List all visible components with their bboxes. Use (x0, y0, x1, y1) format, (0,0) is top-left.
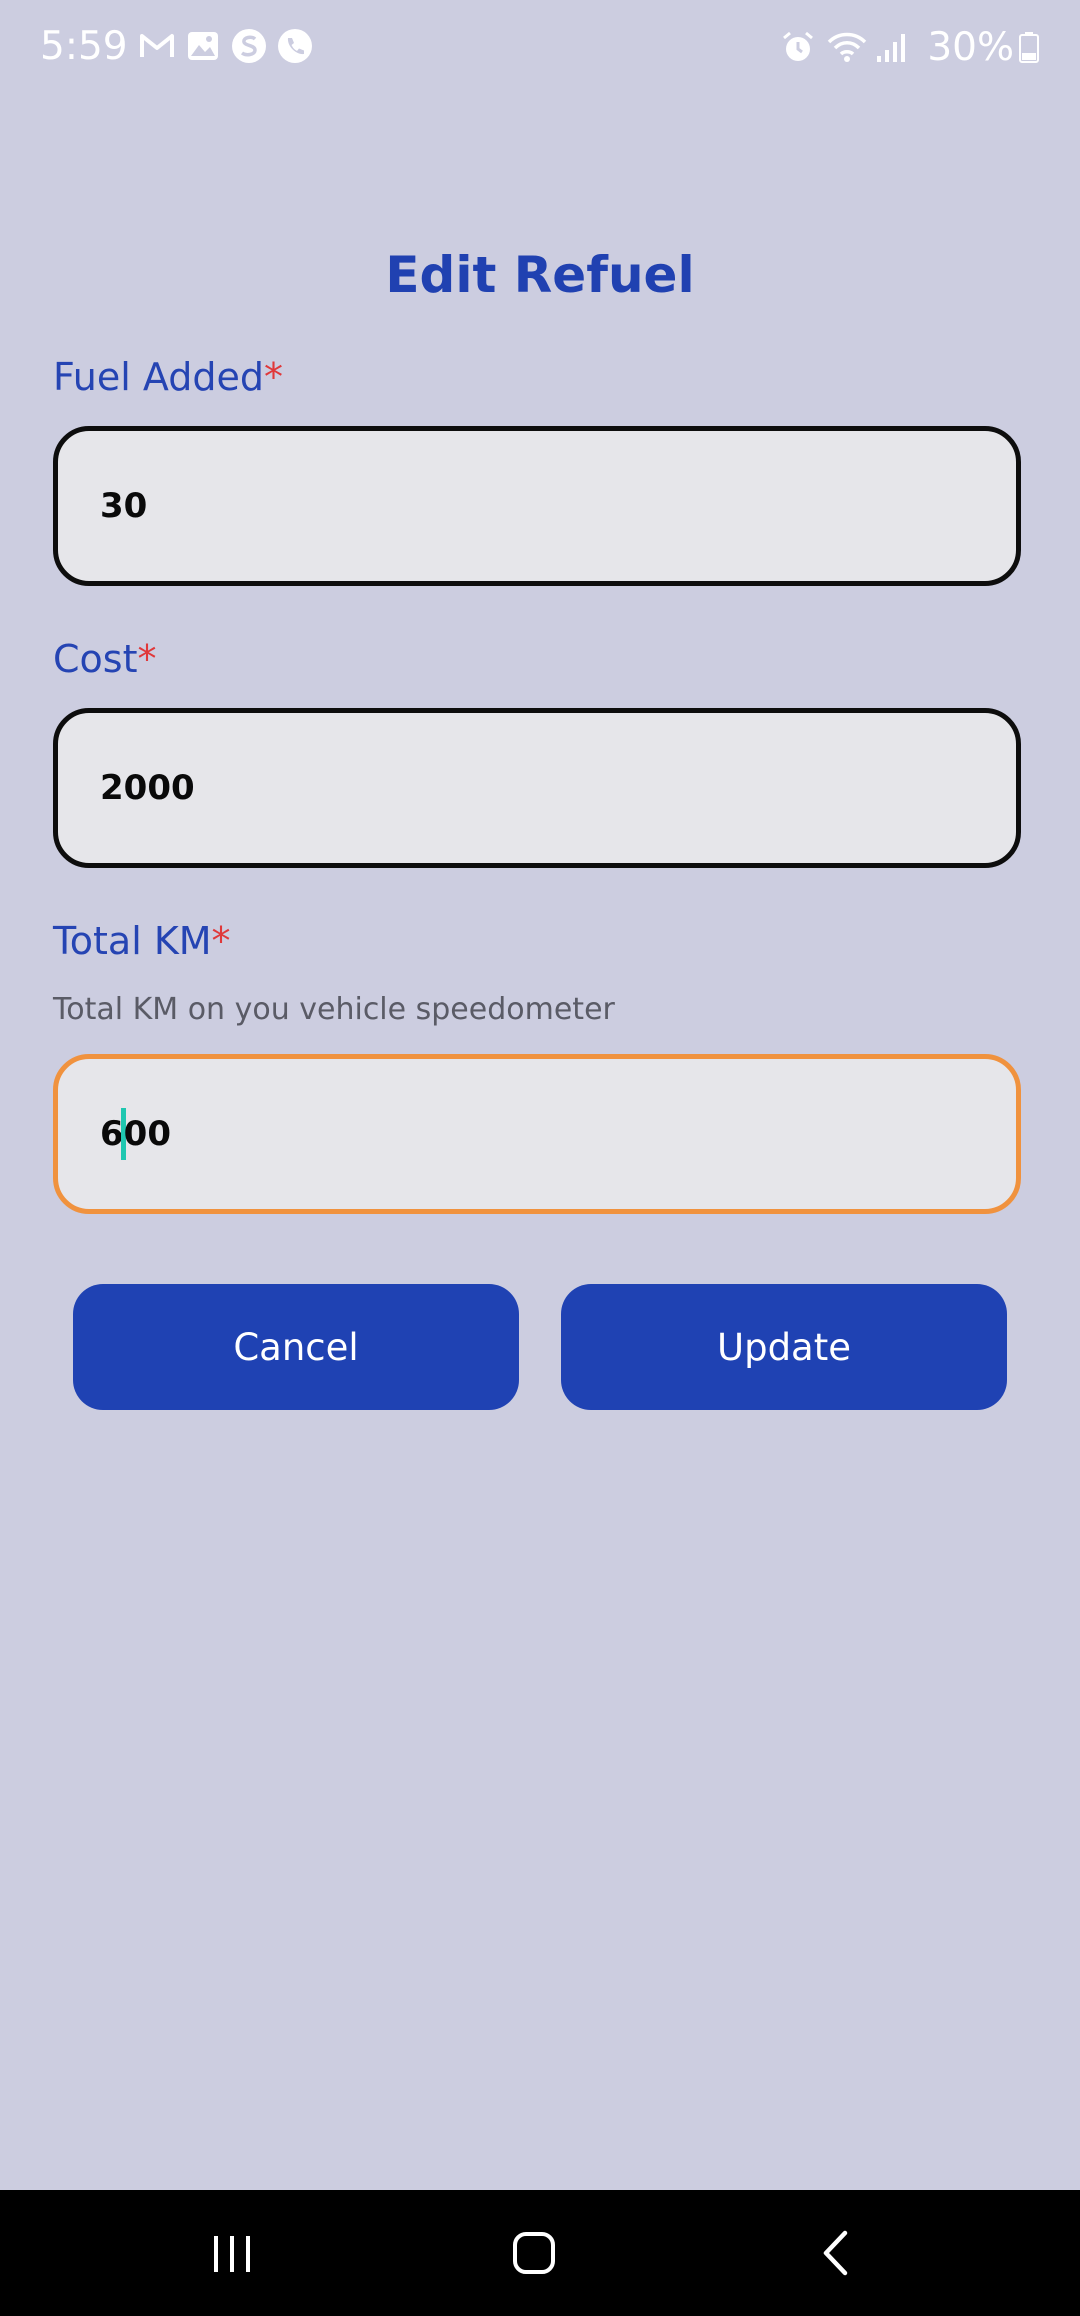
cancel-button[interactable]: Cancel (73, 1284, 519, 1410)
update-button[interactable]: Update (561, 1284, 1007, 1410)
notification-icons (130, 27, 314, 65)
total-km-help-text: Total KM on you vehicle speedometer (53, 992, 615, 1027)
recents-icon[interactable] (192, 2218, 272, 2288)
back-icon[interactable] (796, 2218, 876, 2288)
status-time: 5:59 (40, 24, 128, 69)
system-status-icons: 30% (769, 22, 1040, 72)
cost-value: 2000 (100, 768, 195, 808)
fuel-added-label-text: Fuel Added (53, 355, 264, 399)
gmail-icon (138, 27, 176, 65)
battery-percentage: 30% (927, 24, 1014, 70)
total-km-value-after-caret: 00 (123, 1114, 171, 1154)
total-km-label: Total KM* (53, 916, 231, 966)
fuel-added-value: 30 (100, 486, 148, 526)
gallery-icon (184, 27, 222, 65)
cost-input[interactable]: 2000 (53, 708, 1021, 868)
battery-icon (1018, 28, 1040, 66)
required-mark: * (211, 919, 231, 963)
cost-label-text: Cost (53, 637, 138, 681)
fuel-added-input[interactable]: 30 (53, 426, 1021, 586)
signal-icon (875, 28, 913, 66)
navigation-bar (0, 2190, 1080, 2316)
alarm-icon (779, 28, 817, 66)
required-mark: * (137, 637, 157, 681)
wifi-icon (827, 28, 867, 66)
cost-label: Cost* (53, 634, 156, 684)
required-mark: * (263, 355, 283, 399)
phone-app-icon (276, 27, 314, 65)
fuel-added-label: Fuel Added* (53, 352, 283, 402)
page-title: Edit Refuel (385, 246, 695, 304)
app-s-icon (230, 27, 268, 65)
total-km-label-text: Total KM (53, 919, 212, 963)
total-km-input[interactable]: 6 00 (53, 1054, 1021, 1214)
home-icon[interactable] (494, 2218, 574, 2288)
status-bar: 5:59 30% (0, 0, 1080, 95)
